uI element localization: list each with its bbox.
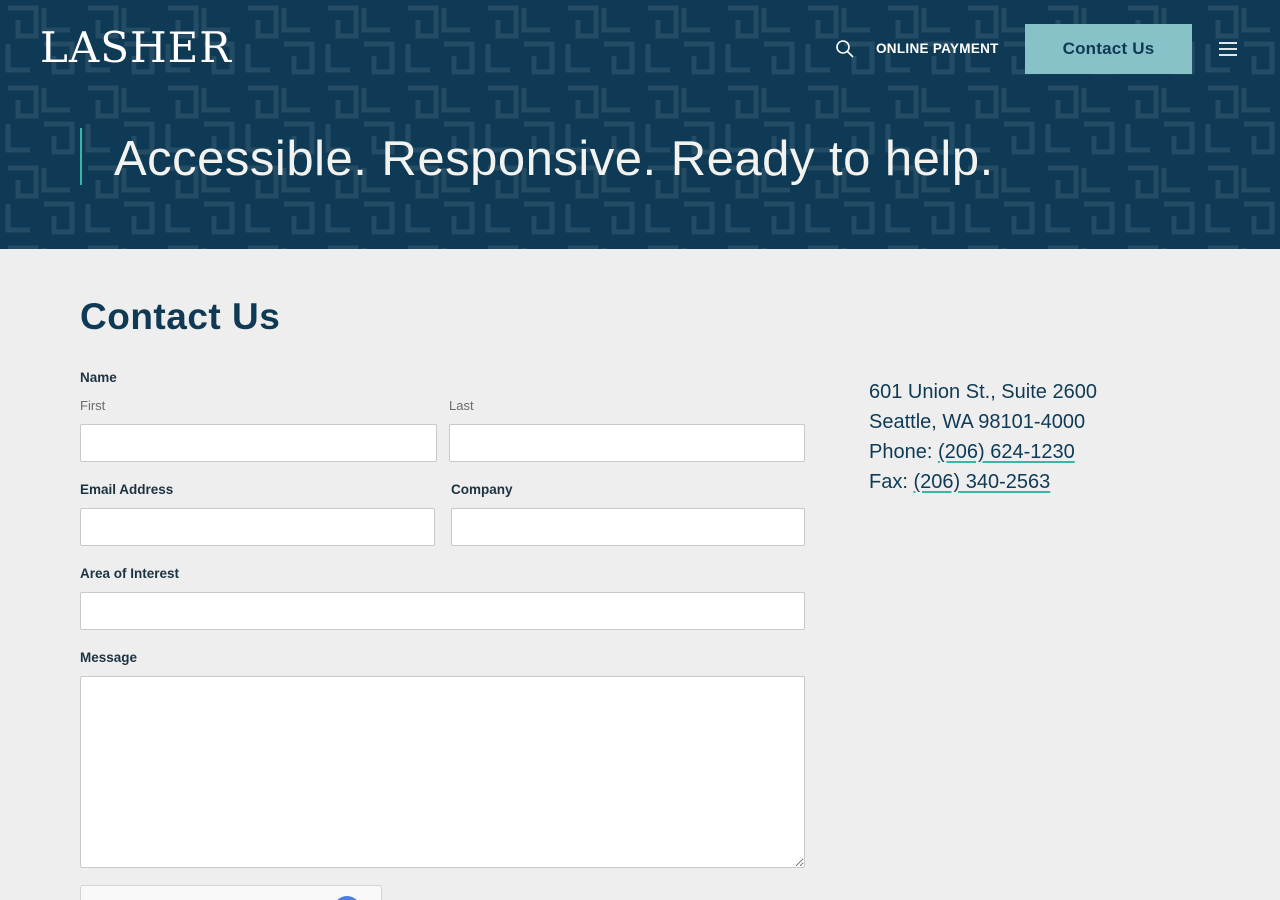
first-name-input[interactable] xyxy=(80,424,437,462)
phone-label: Phone: xyxy=(869,441,938,463)
address-line-1: 601 Union St., Suite 2600 xyxy=(869,381,1097,403)
company-label: Company xyxy=(451,482,513,497)
phone-line: Phone: (206) 624-1230 xyxy=(869,437,1075,467)
page-title: Contact Us xyxy=(80,296,281,337)
last-name-sublabel: Last xyxy=(449,398,474,413)
message-textarea[interactable] xyxy=(80,676,805,868)
search-icon[interactable] xyxy=(835,39,855,59)
email-label: Email Address xyxy=(80,482,174,497)
first-name-sublabel: First xyxy=(80,398,106,413)
name-label: Name xyxy=(80,370,117,385)
hero-accent-bar xyxy=(80,128,82,185)
fax-label: Fax: xyxy=(869,471,914,493)
recaptcha-widget[interactable] xyxy=(80,885,382,900)
last-name-input[interactable] xyxy=(449,424,805,462)
hero-banner: LASHER ONLINE PAYMENT Contact Us Accessi… xyxy=(0,0,1280,249)
area-of-interest-label: Area of Interest xyxy=(80,566,180,581)
phone-link[interactable]: (206) 624-1230 xyxy=(938,441,1075,463)
area-of-interest-input[interactable] xyxy=(80,592,805,630)
contact-us-button[interactable]: Contact Us xyxy=(1025,24,1192,74)
site-logo[interactable]: LASHER xyxy=(40,26,232,70)
recaptcha-logo-icon xyxy=(333,896,361,900)
hamburger-menu-icon[interactable] xyxy=(1217,40,1239,58)
online-payment-link[interactable]: ONLINE PAYMENT xyxy=(876,40,999,57)
fax-link[interactable]: (206) 340-2563 xyxy=(913,471,1050,493)
email-input[interactable] xyxy=(80,508,435,546)
company-input[interactable] xyxy=(451,508,805,546)
address-line-2: Seattle, WA 98101-4000 xyxy=(869,411,1086,433)
fax-line: Fax: (206) 340-2563 xyxy=(869,467,1050,497)
message-label: Message xyxy=(80,650,138,665)
hero-tagline: Accessible. Responsive. Ready to help. xyxy=(114,132,994,186)
